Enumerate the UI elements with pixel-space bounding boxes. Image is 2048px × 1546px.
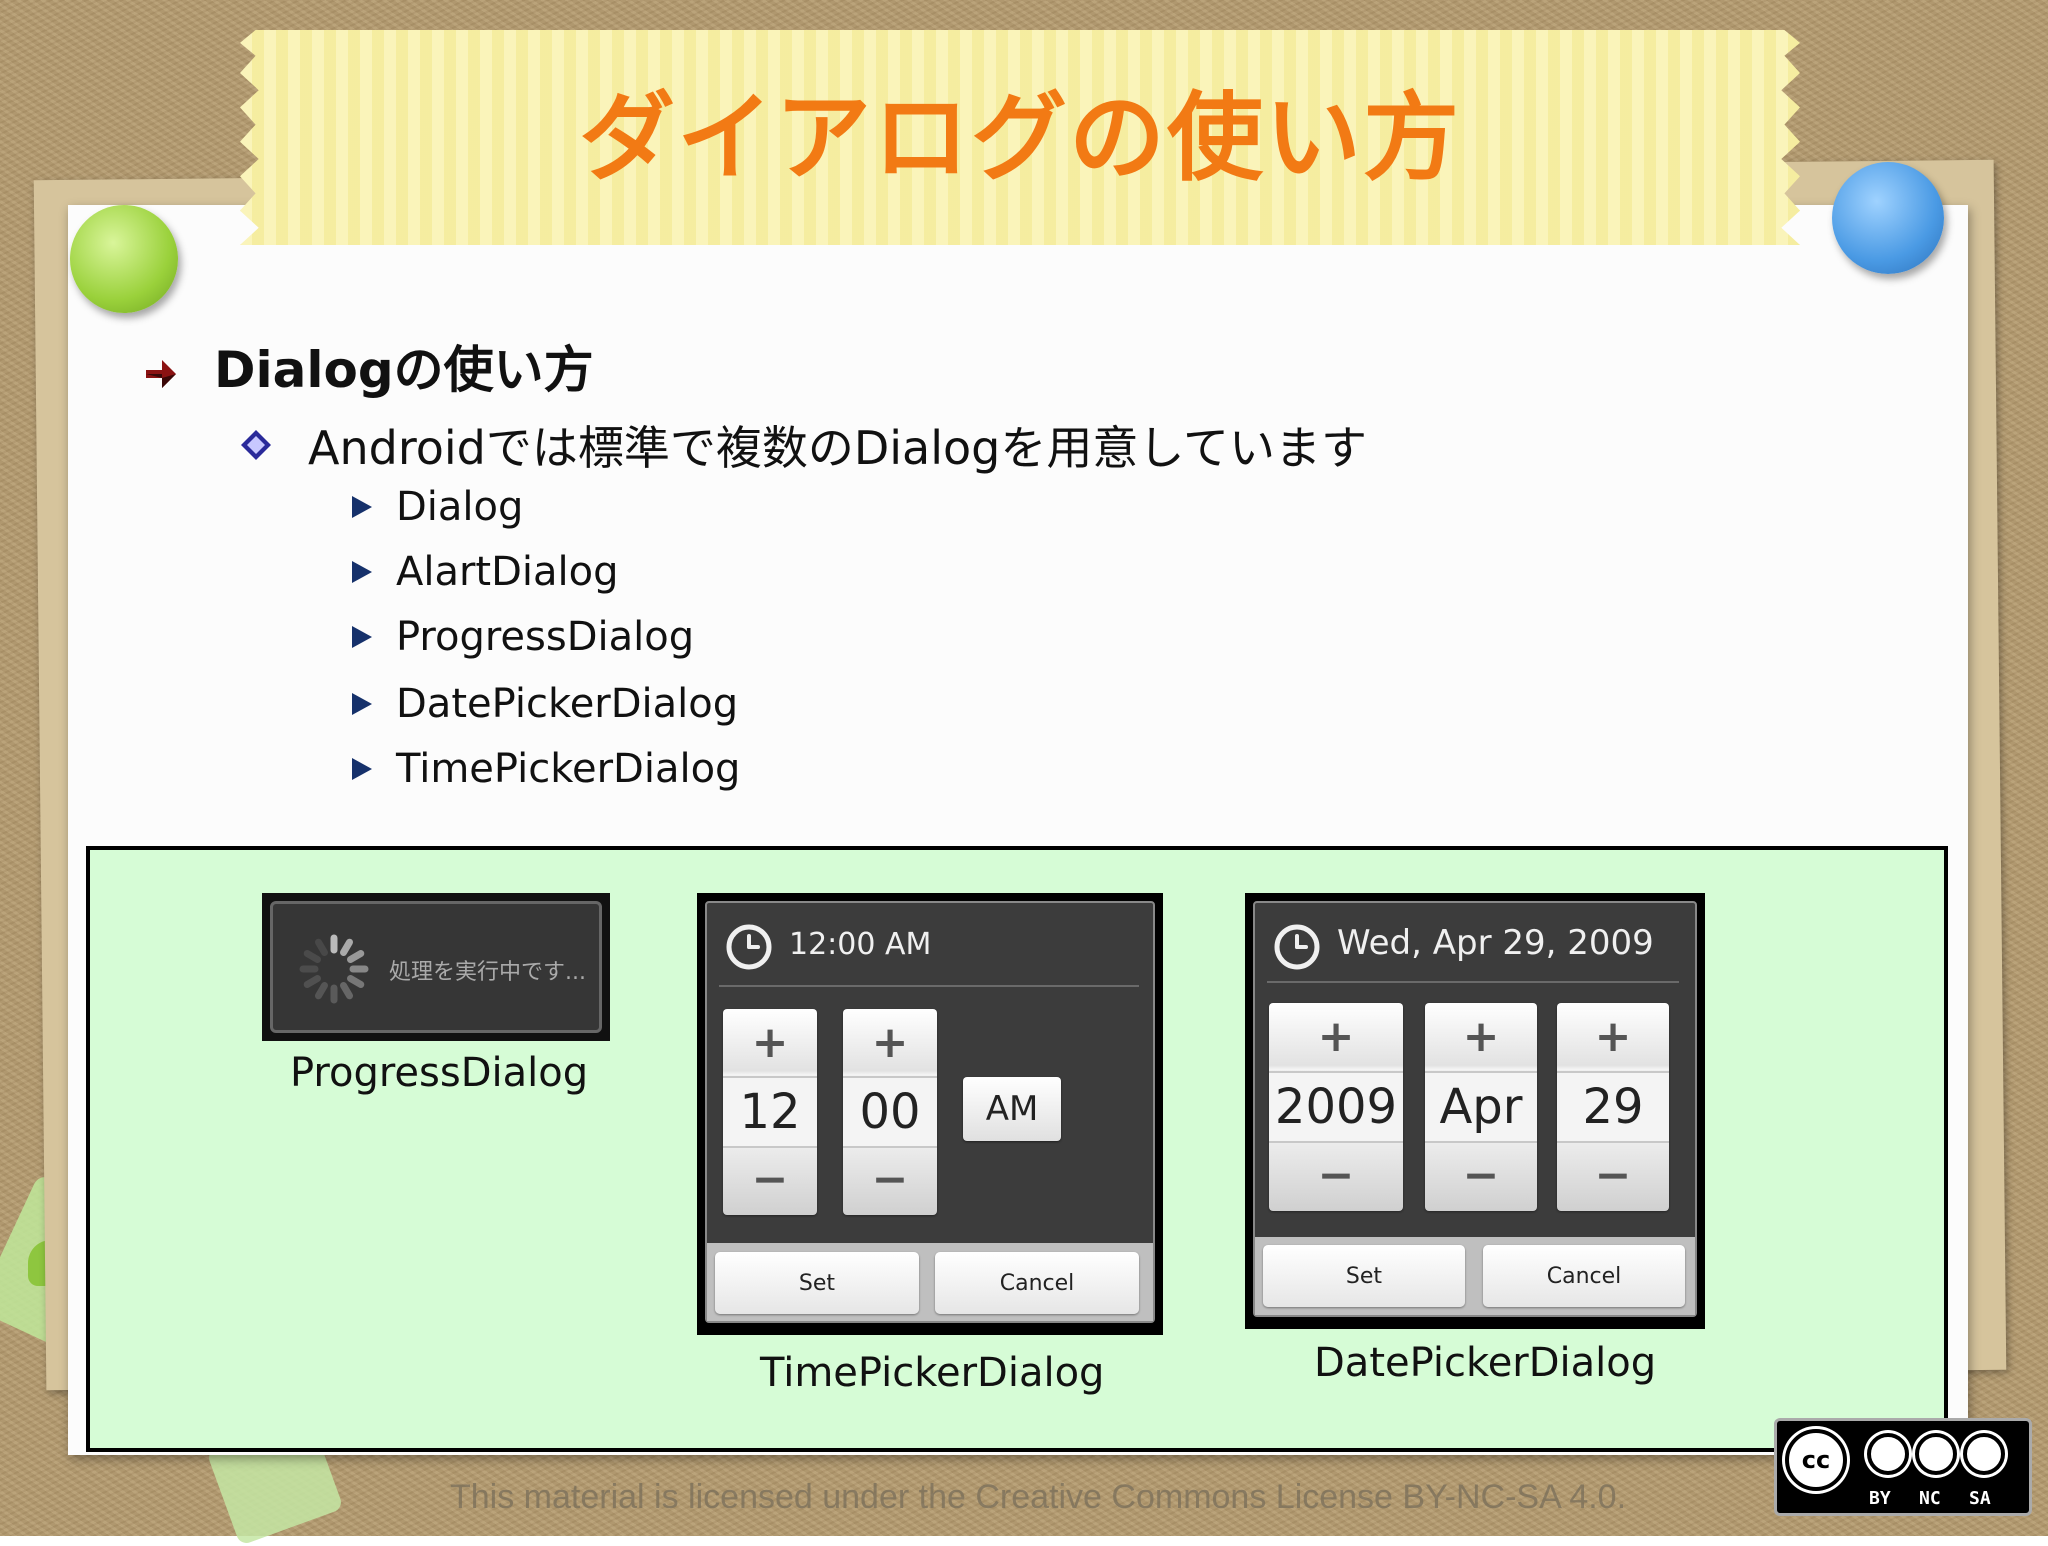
list-item: ProgressDialog — [352, 614, 694, 660]
date-picker-title: Wed, Apr 29, 2009 — [1337, 923, 1654, 963]
list-item-label: AlartDialog — [396, 549, 619, 595]
minute-value[interactable]: 00 — [843, 1076, 937, 1148]
day-increment-button[interactable]: + — [1557, 1011, 1669, 1062]
heading-bullet: Dialogの使い方 — [140, 330, 594, 402]
nc-label: NC — [1919, 1488, 1941, 1509]
year-increment-button[interactable]: + — [1269, 1011, 1403, 1062]
hour-value[interactable]: 12 — [723, 1076, 817, 1148]
minute-decrement-button[interactable]: − — [843, 1154, 937, 1205]
sa-label: SA — [1969, 1488, 1991, 1509]
title-separator — [719, 985, 1139, 987]
sa-icon — [1963, 1433, 2005, 1475]
list-item-label: Dialog — [396, 484, 524, 530]
clock-icon — [1274, 924, 1320, 970]
heading-text: Dialogの使い方 — [214, 341, 594, 399]
list-item: DatePickerDialog — [352, 681, 738, 727]
day-decrement-button[interactable]: − — [1557, 1150, 1669, 1201]
month-spinner[interactable]: + Apr − — [1425, 1003, 1537, 1211]
hour-increment-button[interactable]: + — [723, 1017, 817, 1068]
progress-message: 処理を実行中です... — [389, 960, 586, 985]
triangle-bullet-icon — [352, 693, 372, 715]
list-item-label: DatePickerDialog — [396, 681, 739, 727]
triangle-bullet-icon — [352, 496, 372, 518]
cancel-button[interactable]: Cancel — [1483, 1245, 1685, 1307]
minute-increment-button[interactable]: + — [843, 1017, 937, 1068]
year-value[interactable]: 2009 — [1269, 1071, 1403, 1143]
green-pin-icon — [70, 205, 178, 313]
date-picker-dialog-screenshot: Wed, Apr 29, 2009 + 2009 − + Apr − + 29 … — [1245, 893, 1705, 1329]
list-item: Dialog — [352, 484, 523, 530]
arrow-bullet-icon — [146, 360, 176, 388]
time-picker-dialog-screenshot: 12:00 AM + 12 − + 00 − AM Set Cancel — [697, 893, 1163, 1335]
list-item: TimePickerDialog — [352, 746, 740, 792]
time-picker-dialog-body: 12:00 AM + 12 − + 00 − AM Set Cancel — [705, 901, 1155, 1323]
list-item-label: TimePickerDialog — [396, 746, 741, 792]
triangle-bullet-icon — [352, 626, 372, 648]
clock-icon — [726, 924, 772, 970]
time-picker-title: 12:00 AM — [789, 927, 932, 962]
progress-dialog-caption: ProgressDialog — [290, 1050, 589, 1096]
year-spinner[interactable]: + 2009 − — [1269, 1003, 1403, 1211]
set-button[interactable]: Set — [1263, 1245, 1465, 1307]
day-value[interactable]: 29 — [1557, 1071, 1669, 1143]
date-picker-dialog-body: Wed, Apr 29, 2009 + 2009 − + Apr − + 29 … — [1253, 901, 1697, 1317]
blue-pin-icon — [1832, 162, 1944, 274]
month-increment-button[interactable]: + — [1425, 1011, 1537, 1062]
month-decrement-button[interactable]: − — [1425, 1150, 1537, 1201]
title-separator — [1267, 981, 1679, 983]
month-value[interactable]: Apr — [1425, 1071, 1537, 1143]
day-spinner[interactable]: + 29 − — [1557, 1003, 1669, 1211]
date-picker-caption: DatePickerDialog — [1314, 1340, 1657, 1386]
time-picker-caption: TimePickerDialog — [760, 1350, 1105, 1396]
cancel-button[interactable]: Cancel — [935, 1252, 1139, 1314]
progress-dialog-screenshot: 処理を実行中です... — [262, 893, 610, 1041]
license-text: This material is licensed under the Crea… — [450, 1478, 1627, 1516]
diamond-bullet-icon — [241, 430, 271, 460]
triangle-bullet-icon — [352, 758, 372, 780]
triangle-bullet-icon — [352, 561, 372, 583]
minute-spinner[interactable]: + 00 − — [843, 1009, 937, 1215]
list-item: AlartDialog — [352, 549, 619, 595]
hour-decrement-button[interactable]: − — [723, 1154, 817, 1205]
subheading-bullet: Androidでは標準で複数のDialogを用意しています — [240, 412, 1367, 478]
set-button[interactable]: Set — [715, 1252, 919, 1314]
ampm-toggle-button[interactable]: AM — [963, 1077, 1061, 1141]
nc-icon — [1915, 1433, 1957, 1475]
by-person-icon — [1867, 1433, 1909, 1475]
cc-license-icon[interactable]: cc BY NC SA — [1774, 1418, 2032, 1516]
subheading-text: Androidでは標準で複数のDialogを用意しています — [308, 421, 1367, 475]
cc-logo-icon: cc — [1785, 1429, 1847, 1491]
spinner-icon — [299, 934, 369, 1004]
list-item-label: ProgressDialog — [396, 614, 695, 660]
slide-title: ダイアログの使い方 — [579, 82, 1461, 194]
by-label: BY — [1869, 1488, 1891, 1509]
hour-spinner[interactable]: + 12 − — [723, 1009, 817, 1215]
progress-dialog-body: 処理を実行中です... — [270, 901, 602, 1033]
year-decrement-button[interactable]: − — [1269, 1150, 1403, 1201]
